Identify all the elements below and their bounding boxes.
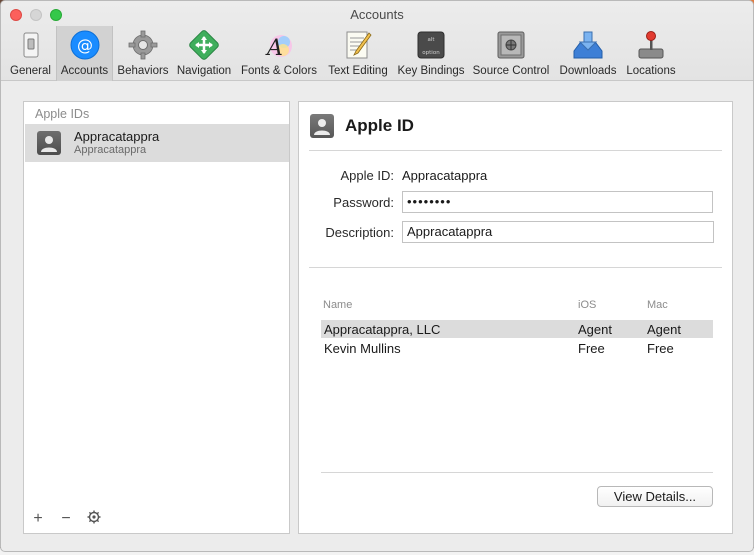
password-label: Password: bbox=[333, 195, 394, 210]
fonts-colors-icon: A bbox=[265, 35, 292, 61]
svg-text:alt: alt bbox=[427, 37, 435, 43]
tab-text-editing[interactable]: Text Editing bbox=[323, 26, 393, 81]
person-icon bbox=[314, 119, 330, 135]
add-account-button[interactable]: + bbox=[30, 510, 46, 526]
locations-joystick-icon bbox=[638, 31, 664, 59]
column-header-name[interactable]: Name bbox=[323, 299, 352, 311]
table-row[interactable]: Appracatappra, LLC Agent Agent bbox=[321, 320, 713, 338]
source-control-safe-icon bbox=[497, 31, 525, 59]
svg-text:A: A bbox=[265, 36, 283, 61]
tab-label: Locations bbox=[626, 65, 676, 77]
list-footer: + − bbox=[30, 510, 102, 527]
person-icon bbox=[41, 136, 57, 152]
column-header-mac[interactable]: Mac bbox=[647, 299, 668, 311]
window-title: Accounts bbox=[350, 7, 404, 22]
list-item[interactable]: Appracatappra Appracatappra bbox=[25, 124, 289, 162]
tab-label: General bbox=[10, 65, 51, 77]
avatar bbox=[37, 131, 61, 155]
account-name: Appracatappra bbox=[74, 129, 160, 144]
gear-icon bbox=[128, 30, 158, 60]
preferences-window: Accounts General @ Accounts Behaviors Na… bbox=[0, 0, 754, 552]
team-ios-role: Free bbox=[578, 341, 605, 356]
tab-label: Key Bindings bbox=[397, 65, 465, 77]
description-field[interactable]: Appracatappra bbox=[402, 221, 714, 243]
apple-id-value: Appracatappra bbox=[402, 168, 488, 183]
team-name: Appracatappra, LLC bbox=[324, 322, 441, 337]
divider bbox=[321, 472, 713, 473]
column-header-ios[interactable]: iOS bbox=[578, 299, 596, 311]
table-row[interactable]: Kevin Mullins Free Free bbox=[321, 339, 713, 357]
apple-id-detail-panel: Apple ID Apple ID: Appracatappra Passwor… bbox=[298, 101, 733, 534]
tab-label: Source Control bbox=[472, 65, 550, 77]
account-subtitle: Appracatappra bbox=[74, 144, 147, 156]
remove-account-button[interactable]: − bbox=[58, 510, 74, 526]
account-settings-button[interactable] bbox=[86, 510, 102, 527]
general-switch-icon bbox=[23, 32, 38, 58]
divider bbox=[309, 150, 722, 151]
tab-source-control[interactable]: Source Control bbox=[469, 26, 553, 81]
tab-key-bindings[interactable]: alt option Key Bindings bbox=[395, 26, 467, 81]
tab-behaviors[interactable]: Behaviors bbox=[115, 26, 171, 81]
team-name: Kevin Mullins bbox=[324, 341, 401, 356]
navigation-arrows-icon bbox=[189, 30, 219, 60]
detail-title: Apple ID bbox=[345, 116, 414, 135]
team-mac-role: Agent bbox=[647, 322, 681, 337]
svg-text:@: @ bbox=[77, 36, 93, 55]
downloads-icon bbox=[573, 31, 603, 59]
tab-downloads[interactable]: Downloads bbox=[555, 26, 621, 81]
apple-ids-list-panel: Apple IDs Appracatappra Appracatappra + … bbox=[23, 101, 290, 534]
team-ios-role: Agent bbox=[578, 322, 612, 337]
avatar bbox=[310, 114, 334, 138]
tab-label: Behaviors bbox=[117, 65, 169, 77]
tab-fonts-colors[interactable]: A Fonts & Colors bbox=[237, 26, 321, 81]
tab-general[interactable]: General bbox=[7, 26, 54, 81]
tab-label: Downloads bbox=[559, 65, 617, 77]
team-mac-role: Free bbox=[647, 341, 674, 356]
tab-label: Text Editing bbox=[328, 65, 388, 77]
toolbar: Accounts General @ Accounts Behaviors Na… bbox=[1, 1, 753, 81]
tab-label: Navigation bbox=[176, 65, 232, 77]
view-details-button[interactable]: View Details... bbox=[597, 486, 713, 507]
tab-navigation[interactable]: Navigation bbox=[173, 26, 235, 81]
at-sign-icon: @ bbox=[70, 30, 99, 60]
text-editing-icon bbox=[346, 31, 372, 59]
tab-locations[interactable]: Locations bbox=[623, 26, 679, 81]
tab-label: Fonts & Colors bbox=[240, 65, 318, 77]
description-label: Description: bbox=[325, 225, 394, 240]
svg-text:option: option bbox=[422, 50, 440, 56]
gear-icon bbox=[87, 510, 101, 524]
apple-id-label: Apple ID: bbox=[340, 168, 394, 183]
tab-label: Accounts bbox=[60, 65, 109, 77]
divider bbox=[309, 267, 722, 268]
password-field[interactable]: •••••••• bbox=[402, 191, 713, 213]
tab-accounts[interactable]: @ Accounts bbox=[56, 26, 113, 81]
key-bindings-icon: alt option bbox=[417, 31, 445, 59]
list-header: Apple IDs bbox=[35, 107, 90, 121]
